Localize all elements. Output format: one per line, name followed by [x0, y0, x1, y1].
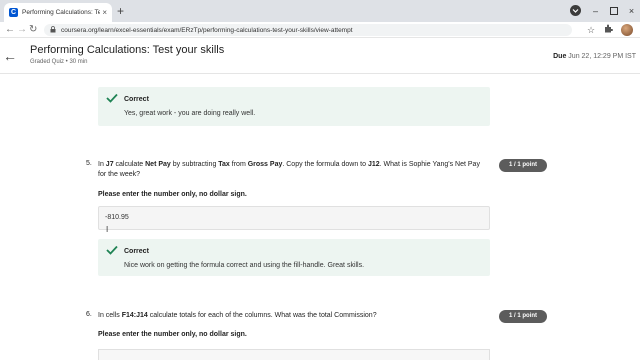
question-6-number: 6. [86, 311, 92, 318]
text-cursor-icon: I [106, 225, 109, 234]
browser-menu-down-icon[interactable] [570, 5, 581, 16]
feedback-correct-previous: Correct Yes, great work - you are doing … [98, 87, 490, 126]
q6-text-part: calculate totals for each of the columns… [147, 312, 377, 319]
q5-text-part: calculate [113, 161, 146, 168]
quiz-header: ← Performing Calculations: Test your ski… [0, 38, 640, 74]
profile-avatar[interactable] [621, 24, 633, 36]
browser-forward-icon[interactable]: → [17, 23, 27, 37]
question-6-instruction: Please enter the number only, no dollar … [98, 331, 247, 338]
q5-term: Gross Pay [247, 161, 283, 168]
browser-toolbar: ← → ↻ coursera.org/learn/excel-essential… [0, 22, 640, 38]
q5-term: Net Pay [145, 161, 171, 168]
q5-cell-ref: J7 [105, 161, 114, 168]
q5-cell-ref: J12 [367, 161, 380, 168]
question-5-instruction: Please enter the number only, no dollar … [98, 191, 247, 198]
extensions-icon[interactable] [604, 24, 613, 36]
checkmark-icon [106, 245, 118, 255]
address-bar[interactable]: coursera.org/learn/excel-essentials/exam… [44, 24, 572, 36]
minimize-icon[interactable]: – [590, 5, 601, 16]
close-window-icon[interactable]: × [626, 5, 637, 16]
reload-icon[interactable]: ↻ [29, 23, 37, 37]
bookmark-star-icon[interactable]: ☆ [587, 24, 595, 36]
question-5-answer-field[interactable]: -810.95 [98, 206, 490, 230]
feedback-heading: Correct [124, 248, 149, 255]
q5-text-part: . Copy the formula down to [282, 161, 368, 168]
tab-close-icon[interactable]: × [102, 8, 107, 17]
question-6-answer-field[interactable] [98, 349, 490, 360]
feedback-heading: Correct [124, 96, 149, 103]
quiz-subtitle: Graded Quiz • 30 min [30, 59, 88, 65]
q5-term: Tax [218, 161, 230, 168]
lock-icon [50, 25, 56, 35]
q6-cell-range: F14:J14 [121, 312, 148, 319]
question-5-points-badge: 1 / 1 point [499, 159, 547, 172]
feedback-text: Nice work on getting the formula correct… [124, 262, 365, 269]
q5-text-part: from [229, 161, 248, 168]
tab-title: Performing Calculations: Test you [22, 9, 101, 16]
question-5-number: 5. [86, 160, 92, 167]
question-5-text: In J7 calculate Net Pay by subtracting T… [98, 160, 490, 180]
maximize-icon[interactable] [608, 5, 619, 16]
checkmark-icon [106, 93, 118, 103]
browser-back-icon[interactable]: ← [5, 23, 15, 37]
due-value: Jun 22, 12:29 PM IST [568, 53, 636, 60]
page-title: Performing Calculations: Test your skill… [30, 44, 225, 56]
back-arrow-icon[interactable]: ← [3, 49, 17, 63]
due-label: Due [553, 53, 567, 60]
new-tab-button[interactable]: + [117, 4, 124, 18]
feedback-correct-q5: Correct Nice work on getting the formula… [98, 239, 490, 276]
q6-text-part: In cells [98, 312, 122, 319]
browser-tab[interactable]: C Performing Calculations: Test you × [4, 3, 112, 22]
question-6-points-badge: 1 / 1 point [499, 310, 547, 323]
coursera-favicon-icon: C [9, 8, 18, 17]
browser-tab-strip: C Performing Calculations: Test you × + … [0, 0, 640, 22]
question-6-text: In cells F14:J14 calculate totals for ea… [98, 311, 490, 321]
feedback-text: Yes, great work - you are doing really w… [124, 110, 256, 117]
url-text: coursera.org/learn/excel-essentials/exam… [61, 26, 353, 34]
q5-text-part: In [98, 161, 106, 168]
due-date: Due Jun 22, 12:29 PM IST [553, 53, 636, 60]
q5-text-part: by subtracting [170, 161, 219, 168]
quiz-content[interactable]: Correct Yes, great work - you are doing … [0, 75, 640, 360]
